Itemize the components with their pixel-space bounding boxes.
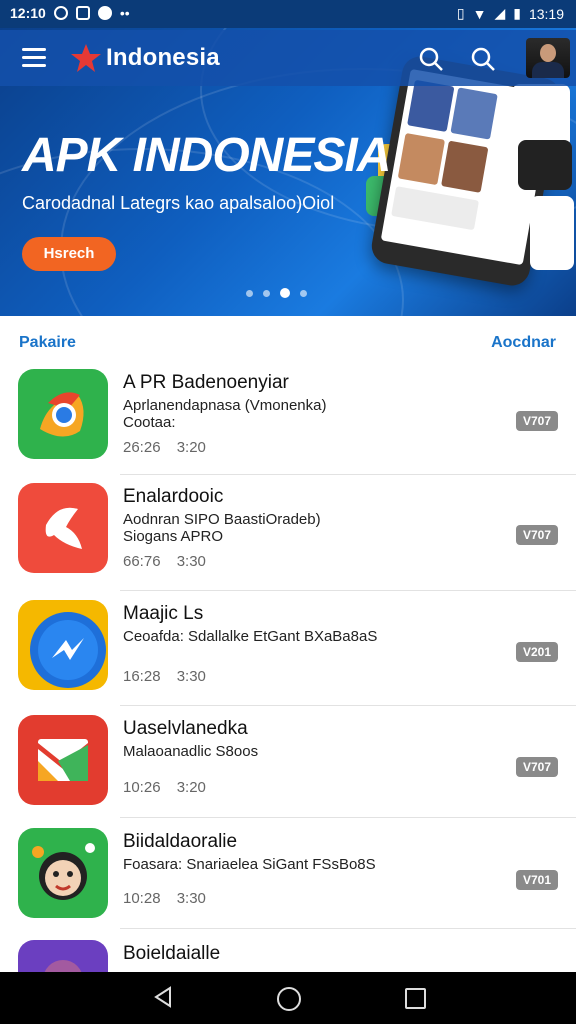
version-badge[interactable]: V707 [516, 525, 558, 545]
home-icon[interactable] [277, 987, 301, 1011]
app-list-item[interactable]: Uaselvlanedka Malaoanadlic S8oos 10:26 3… [0, 715, 576, 827]
app-list-item[interactable]: Enalardooic Aodnran SIPO BaastiOradeb) S… [0, 483, 576, 595]
app-meta: 66:76 3:30 [123, 553, 206, 570]
version-badge[interactable]: V701 [516, 870, 558, 890]
promo-app-tile [512, 84, 570, 148]
purple-app-icon [18, 940, 108, 972]
app-list-item[interactable]: Biidaldaoralie Foasara: Snariaelea SiGan… [0, 828, 576, 940]
chrome-style-icon [18, 369, 108, 459]
mail-icon [18, 715, 108, 805]
carousel-dot[interactable] [246, 289, 253, 297]
app-description: Ceoafda: Sdallalke EtGant BXaBa8aS [123, 628, 378, 645]
promo-app-tile [518, 140, 572, 190]
status-bar: 12:10 •• ▯ ▼ ◢ ▮ 13:19 [0, 0, 576, 28]
carousel-dot-active[interactable] [280, 288, 290, 298]
messenger-icon [18, 600, 108, 690]
search-icon[interactable] [418, 46, 444, 72]
bird-icon [18, 483, 108, 573]
version-badge[interactable]: V707 [516, 411, 558, 431]
hero-search-button[interactable]: Hsrech [22, 237, 116, 271]
app-meta: 10:26 3:20 [123, 779, 206, 796]
star-logo-icon [71, 44, 101, 72]
version-badge[interactable]: V707 [516, 757, 558, 777]
battery-icon: ▮ [513, 5, 521, 21]
list-divider [120, 705, 576, 706]
carousel-dot[interactable] [263, 289, 270, 297]
section-title: Pakaire [19, 334, 76, 351]
app-meta: 16:28 3:30 [123, 668, 206, 685]
app-title: Maajic Ls [123, 603, 204, 624]
app-description: Foasara: Snariaelea SiGant FSsBo8S [123, 856, 376, 873]
status-time: 12:10 [10, 5, 46, 21]
back-icon[interactable] [152, 986, 174, 1008]
notification-icon [53, 6, 68, 20]
promo-app-tile [530, 196, 574, 270]
carousel-indicator[interactable] [246, 288, 307, 298]
version-badge[interactable]: V201 [516, 642, 558, 662]
wifi-icon: ▼ [472, 5, 487, 22]
app-title: Biidaldaoralie [123, 831, 238, 852]
app-description: Aprlanendapnasa (Vmonenka) [123, 397, 327, 414]
app-meta: 26:26 3:20 [123, 439, 206, 456]
list-divider [120, 474, 576, 475]
recent-apps-icon[interactable] [405, 988, 426, 1009]
app-category: Cootaa: [123, 414, 176, 431]
app-title: A PR Badenoenyiar [123, 372, 289, 393]
signal-icon: ◢ [494, 5, 506, 21]
app-title: Boieldaialle [123, 943, 221, 964]
app-title: Uaselvlanedka [123, 718, 248, 739]
app-description: Malaoanadlic S8oos [123, 743, 259, 760]
hero-subtitle: Carodadnal Lategrs kao apalsaloo)Oiol [22, 193, 335, 213]
app-meta: 10:28 3:30 [123, 890, 206, 907]
app-title: Enalardooic [123, 486, 224, 507]
more-notifications-icon: •• [119, 5, 130, 21]
app-notification-icon [75, 6, 90, 20]
hero-title: APK INDONESIA [22, 129, 391, 182]
brand-title: Indonesia [106, 44, 220, 71]
app-list-item[interactable]: Boieldaialle [0, 940, 576, 972]
user-avatar[interactable] [526, 38, 570, 78]
list-divider [120, 928, 576, 929]
app-list-item[interactable]: A PR Badenoenyiar Aprlanendapnasa (Vmone… [0, 369, 576, 481]
vibrate-icon: ▯ [456, 5, 465, 21]
list-divider [120, 817, 576, 818]
list-divider [120, 590, 576, 591]
search-icon-secondary[interactable] [470, 46, 496, 72]
menu-icon[interactable] [22, 48, 46, 68]
character-icon [18, 828, 108, 918]
status-time-right: 13:19 [528, 5, 564, 22]
app-list-item[interactable]: Maajic Ls Ceoafda: Sdallalke EtGant BXaB… [0, 600, 576, 712]
carousel-dot[interactable] [300, 289, 307, 297]
app-description: Aodnran SIPO BaastiOradeb) [123, 511, 321, 528]
chat-notification-icon [97, 6, 112, 20]
section-action-link[interactable]: Aocdnar [491, 334, 556, 352]
app-category: Siogans APRO [123, 528, 224, 545]
